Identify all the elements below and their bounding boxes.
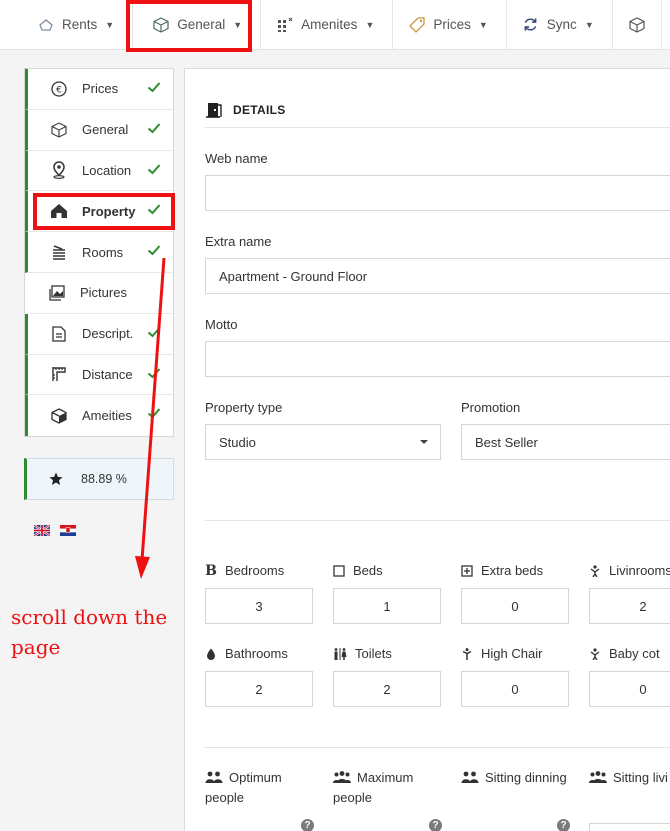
annotation-text: scroll down the page: [11, 605, 168, 659]
scroll-down-arrow: [135, 257, 166, 579]
